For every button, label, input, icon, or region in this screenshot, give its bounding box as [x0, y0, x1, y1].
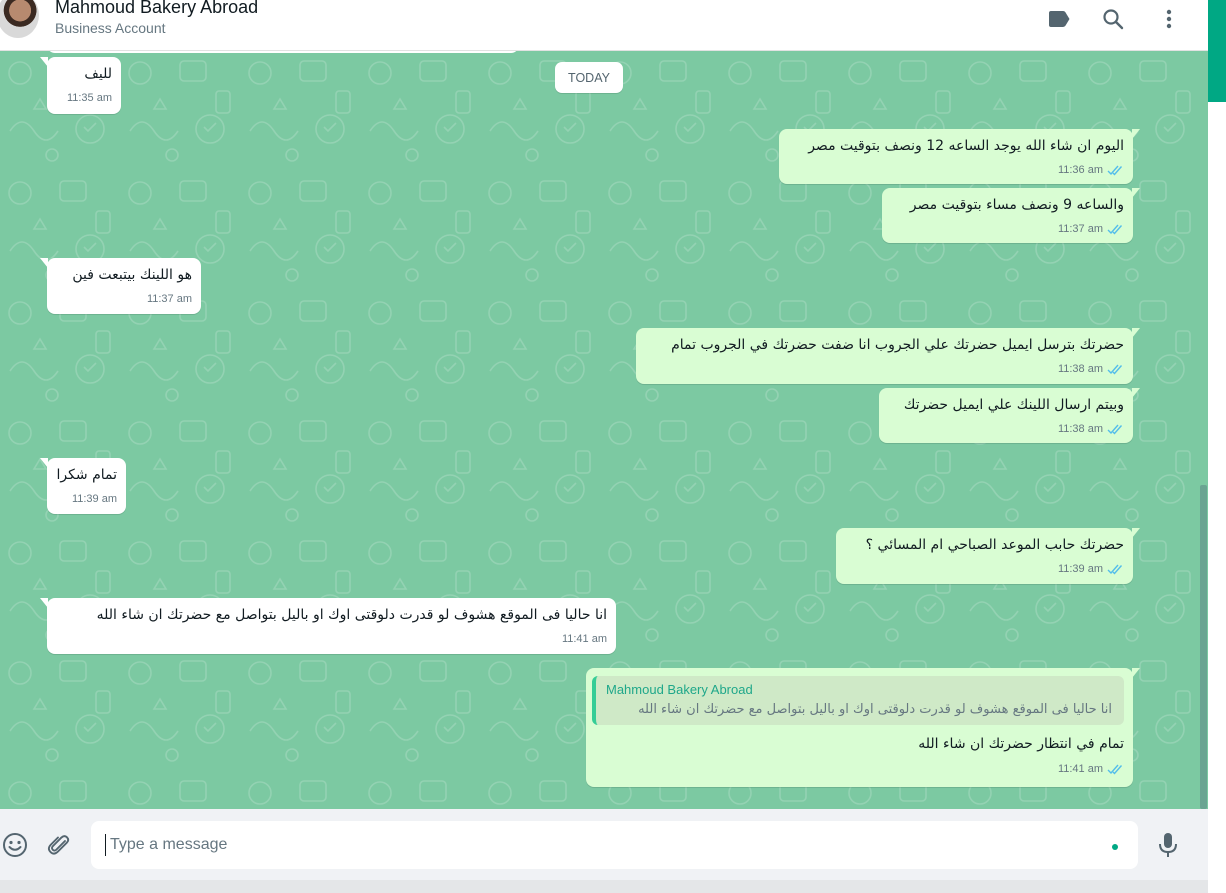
- mic-icon[interactable]: [1153, 830, 1183, 860]
- message-text: تمام في انتظار حضرتك ان شاء الله: [918, 736, 1124, 752]
- read-receipt-icon: [1107, 424, 1123, 435]
- message-time: 11:38 am: [1057, 423, 1103, 435]
- avatar[interactable]: [0, 0, 39, 38]
- message-time: 11:36 am: [1057, 164, 1103, 176]
- message-text: اليوم ان شاء الله يوجد الساعه 12 ونصف بت…: [808, 138, 1124, 154]
- message-pane[interactable]: TODAY لليف 11:35 am اليوم ان شاء الله يو…: [0, 51, 1208, 809]
- message-text: انا حاليا فى الموقع هشوف لو قدرت دلوقتى …: [96, 607, 607, 623]
- window-accent: [1208, 0, 1226, 102]
- outgoing-message[interactable]: والساعه 9 ونصف مساء بتوقيت مصر 11:37 am: [882, 188, 1140, 243]
- quoted-message[interactable]: Mahmoud Bakery Abroad انا حاليا فى الموق…: [592, 676, 1124, 725]
- message-input[interactable]: [105, 834, 1085, 856]
- emoji-icon[interactable]: [0, 830, 30, 860]
- date-chip: TODAY: [555, 62, 623, 93]
- incoming-message[interactable]: تمام شكرا 11:39 am: [40, 458, 126, 514]
- menu-icon[interactable]: [1156, 6, 1182, 32]
- incoming-message[interactable]: لليف 11:35 am: [40, 57, 121, 114]
- message-time: 11:38 am: [1057, 363, 1103, 375]
- search-icon[interactable]: [1100, 6, 1126, 32]
- read-receipt-icon: [1107, 165, 1123, 176]
- attach-icon[interactable]: [44, 830, 74, 860]
- outgoing-message[interactable]: وبيتم ارسال اللينك علي ايميل حضرتك 11:38…: [879, 388, 1140, 443]
- quoted-author: Mahmoud Bakery Abroad: [606, 682, 753, 697]
- message-time: 11:37 am: [146, 293, 192, 305]
- chat-header[interactable]: Mahmoud Bakery Abroad Business Account: [0, 0, 1208, 51]
- message-text: والساعه 9 ونصف مساء بتوقيت مصر: [909, 197, 1124, 213]
- read-receipt-icon: [1107, 764, 1123, 775]
- incoming-message[interactable]: هو اللينك بيتبعت فين 11:37 am: [40, 258, 201, 314]
- window-edge: [1208, 0, 1226, 893]
- previous-message-edge: [47, 51, 519, 53]
- message-text: تمام شكرا: [56, 467, 117, 483]
- message-time: 11:41 am: [1057, 763, 1103, 775]
- outgoing-message[interactable]: حضرتك بترسل ايميل حضرتك علي الجروب انا ض…: [636, 328, 1140, 384]
- message-text: لليف: [84, 66, 112, 82]
- message-text: هو اللينك بيتبعت فين: [72, 267, 192, 283]
- window-bottom-edge: [0, 880, 1208, 893]
- message-time: 11:39 am: [1057, 563, 1103, 575]
- outgoing-message[interactable]: حضرتك حابب الموعد الصباحي ام المسائي ؟ 1…: [836, 528, 1140, 584]
- composer-bar: [0, 809, 1208, 880]
- contact-name[interactable]: Mahmoud Bakery Abroad: [55, 0, 258, 18]
- outgoing-reply-message[interactable]: Mahmoud Bakery Abroad انا حاليا فى الموق…: [586, 668, 1140, 787]
- incoming-message[interactable]: انا حاليا فى الموقع هشوف لو قدرت دلوقتى …: [40, 598, 616, 654]
- outgoing-message[interactable]: اليوم ان شاء الله يوجد الساعه 12 ونصف بت…: [779, 129, 1140, 184]
- read-receipt-icon: [1107, 224, 1123, 235]
- message-time: 11:39 am: [71, 493, 117, 505]
- quoted-text: انا حاليا فى الموقع هشوف لو قدرت دلوقتى …: [638, 702, 1112, 717]
- message-input-box[interactable]: [91, 821, 1138, 869]
- chat-scrollbar[interactable]: [1200, 485, 1207, 809]
- contact-subtitle: Business Account: [55, 20, 166, 36]
- message-text: حضرتك حابب الموعد الصباحي ام المسائي ؟: [865, 537, 1124, 553]
- status-dot: [1112, 844, 1118, 850]
- message-time: 11:41 am: [561, 633, 607, 645]
- read-receipt-icon: [1107, 564, 1123, 575]
- message-text: حضرتك بترسل ايميل حضرتك علي الجروب انا ض…: [671, 337, 1124, 353]
- label-icon[interactable]: [1046, 6, 1072, 32]
- message-text: وبيتم ارسال اللينك علي ايميل حضرتك: [903, 397, 1124, 413]
- message-time: 11:37 am: [1057, 223, 1103, 235]
- read-receipt-icon: [1107, 364, 1123, 375]
- message-time: 11:35 am: [66, 92, 112, 104]
